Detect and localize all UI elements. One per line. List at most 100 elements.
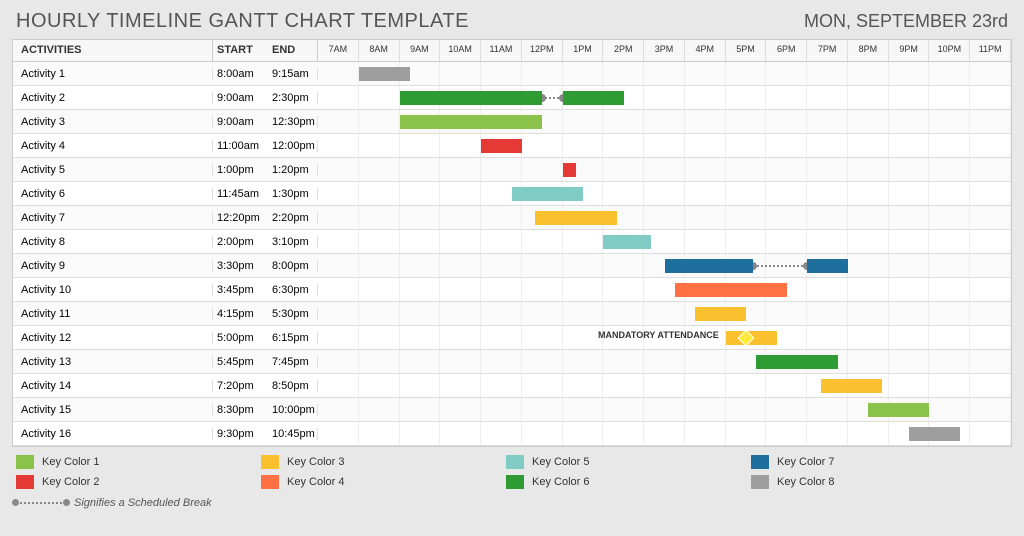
start-time: 2:00pm <box>213 236 268 248</box>
hour-col: 8AM <box>359 40 400 61</box>
legend-row: Key Color 1Key Color 3 Key Color 5 Key Col… <box>16 455 1008 469</box>
activity-name: Activity 16 <box>13 428 213 440</box>
legend-row: Key Color 2 Key Color 4Key Color 6Key Col… <box>16 475 1008 489</box>
gantt-bar <box>535 211 617 225</box>
break-line <box>753 265 807 267</box>
bar-track <box>318 182 1011 205</box>
bar-track <box>318 302 1011 325</box>
gantt-bar <box>665 259 753 273</box>
gantt-bar <box>563 163 576 177</box>
gantt-bar <box>400 115 543 129</box>
gantt-row: Activity 13 5:45pm 7:45pm <box>13 350 1011 374</box>
activity-name: Activity 11 <box>13 308 213 320</box>
gantt-row: Activity 16 9:30pm 10:45pm <box>13 422 1011 446</box>
activity-name: Activity 10 <box>13 284 213 296</box>
end-time: 8:50pm <box>268 380 318 392</box>
date-label: MON, SEPTEMBER 23rd <box>804 11 1008 32</box>
start-time: 5:00pm <box>213 332 268 344</box>
activity-name: Activity 6 <box>13 188 213 200</box>
hour-col: 2PM <box>603 40 644 61</box>
hour-col: 4PM <box>685 40 726 61</box>
grid-header: ACTIVITIES START END 7AM8AM9AM10AM11AM12… <box>13 40 1011 62</box>
hours-header: 7AM8AM9AM10AM11AM12PM1PM2PM3PM4PM5PM6PM7… <box>318 40 1011 61</box>
hour-col: 9PM <box>889 40 930 61</box>
legend-label: Key Color 7 <box>777 456 834 468</box>
activity-name: Activity 12 <box>13 332 213 344</box>
start-time: 11:45am <box>213 188 268 200</box>
gantt-bar <box>675 283 787 297</box>
legend-item: Key Color 3 <box>261 455 506 469</box>
legend: Key Color 1Key Color 3 Key Color 5 Key Col… <box>12 447 1012 513</box>
legend-swatch <box>751 455 769 469</box>
legend-item: Key Color 1 <box>16 455 261 469</box>
start-time: 5:45pm <box>213 356 268 368</box>
col-header-end: END <box>268 40 318 61</box>
bar-track <box>318 278 1011 301</box>
gantt-container: HOURLY TIMELINE GANTT CHART TEMPLATE MON… <box>0 0 1024 521</box>
hour-col: 9AM <box>400 40 441 61</box>
gantt-row: Activity 5 1:00pm 1:20pm <box>13 158 1011 182</box>
legend-swatch <box>16 455 34 469</box>
start-time: 1:00pm <box>213 164 268 176</box>
legend-item: Key Color 4 <box>261 475 506 489</box>
end-time: 12:30pm <box>268 116 318 128</box>
end-time: 5:30pm <box>268 308 318 320</box>
bar-track <box>318 350 1011 373</box>
hour-col: 1PM <box>563 40 604 61</box>
activity-name: Activity 4 <box>13 140 213 152</box>
legend-item: Key Color 8 <box>751 475 996 489</box>
legend-swatch <box>751 475 769 489</box>
start-time: 9:00am <box>213 92 268 104</box>
end-time: 6:15pm <box>268 332 318 344</box>
legend-label: Key Color 5 <box>532 456 589 468</box>
bar-track <box>318 134 1011 157</box>
header: HOURLY TIMELINE GANTT CHART TEMPLATE MON… <box>12 8 1012 39</box>
bar-track <box>318 398 1011 421</box>
hour-col: 7PM <box>807 40 848 61</box>
end-time: 10:45pm <box>268 428 318 440</box>
activity-name: Activity 15 <box>13 404 213 416</box>
activity-name: Activity 3 <box>13 116 213 128</box>
end-time: 10:00pm <box>268 404 318 416</box>
gantt-grid: ACTIVITIES START END 7AM8AM9AM10AM11AM12… <box>12 39 1012 447</box>
end-time: 7:45pm <box>268 356 318 368</box>
gantt-bar <box>756 355 838 369</box>
bar-track <box>318 86 1011 109</box>
gantt-row: Activity 10 3:45pm 6:30pm <box>13 278 1011 302</box>
start-time: 9:30pm <box>213 428 268 440</box>
hour-col: 5PM <box>726 40 767 61</box>
end-time: 1:20pm <box>268 164 318 176</box>
legend-swatch <box>16 475 34 489</box>
bar-track <box>318 254 1011 277</box>
col-header-start: START <box>213 40 268 61</box>
legend-item: Key Color 6 <box>506 475 751 489</box>
gantt-row: Activity 11 4:15pm 5:30pm <box>13 302 1011 326</box>
bar-track <box>318 230 1011 253</box>
hour-col: 8PM <box>848 40 889 61</box>
hour-col: 7AM <box>318 40 359 61</box>
bar-track <box>318 158 1011 181</box>
legend-label: Key Color 2 <box>42 476 99 488</box>
bar-track <box>318 422 1011 445</box>
legend-break: Signifies a Scheduled Break <box>16 495 1008 509</box>
end-time: 8:00pm <box>268 260 318 272</box>
col-header-activities: ACTIVITIES <box>13 40 213 61</box>
legend-swatch <box>261 455 279 469</box>
bar-track <box>318 62 1011 85</box>
activity-name: Activity 1 <box>13 68 213 80</box>
end-time: 2:20pm <box>268 212 318 224</box>
activity-name: Activity 13 <box>13 356 213 368</box>
gantt-row: Activity 12 5:00pm 6:15pm MANDATORY ATTE… <box>13 326 1011 350</box>
end-time: 3:10pm <box>268 236 318 248</box>
gantt-bar <box>821 379 882 393</box>
grid-body: Activity 1 8:00am 9:15am Activity 2 9:00… <box>13 62 1011 446</box>
hour-col: 10PM <box>929 40 970 61</box>
start-time: 3:30pm <box>213 260 268 272</box>
gantt-row: Activity 2 9:00am 2:30pm <box>13 86 1011 110</box>
start-time: 8:00am <box>213 68 268 80</box>
start-time: 4:15pm <box>213 308 268 320</box>
annotation-label: MANDATORY ATTENDANCE <box>598 330 719 340</box>
gantt-bar <box>909 427 960 441</box>
start-time: 3:45pm <box>213 284 268 296</box>
gantt-row: Activity 3 9:00am 12:30pm <box>13 110 1011 134</box>
